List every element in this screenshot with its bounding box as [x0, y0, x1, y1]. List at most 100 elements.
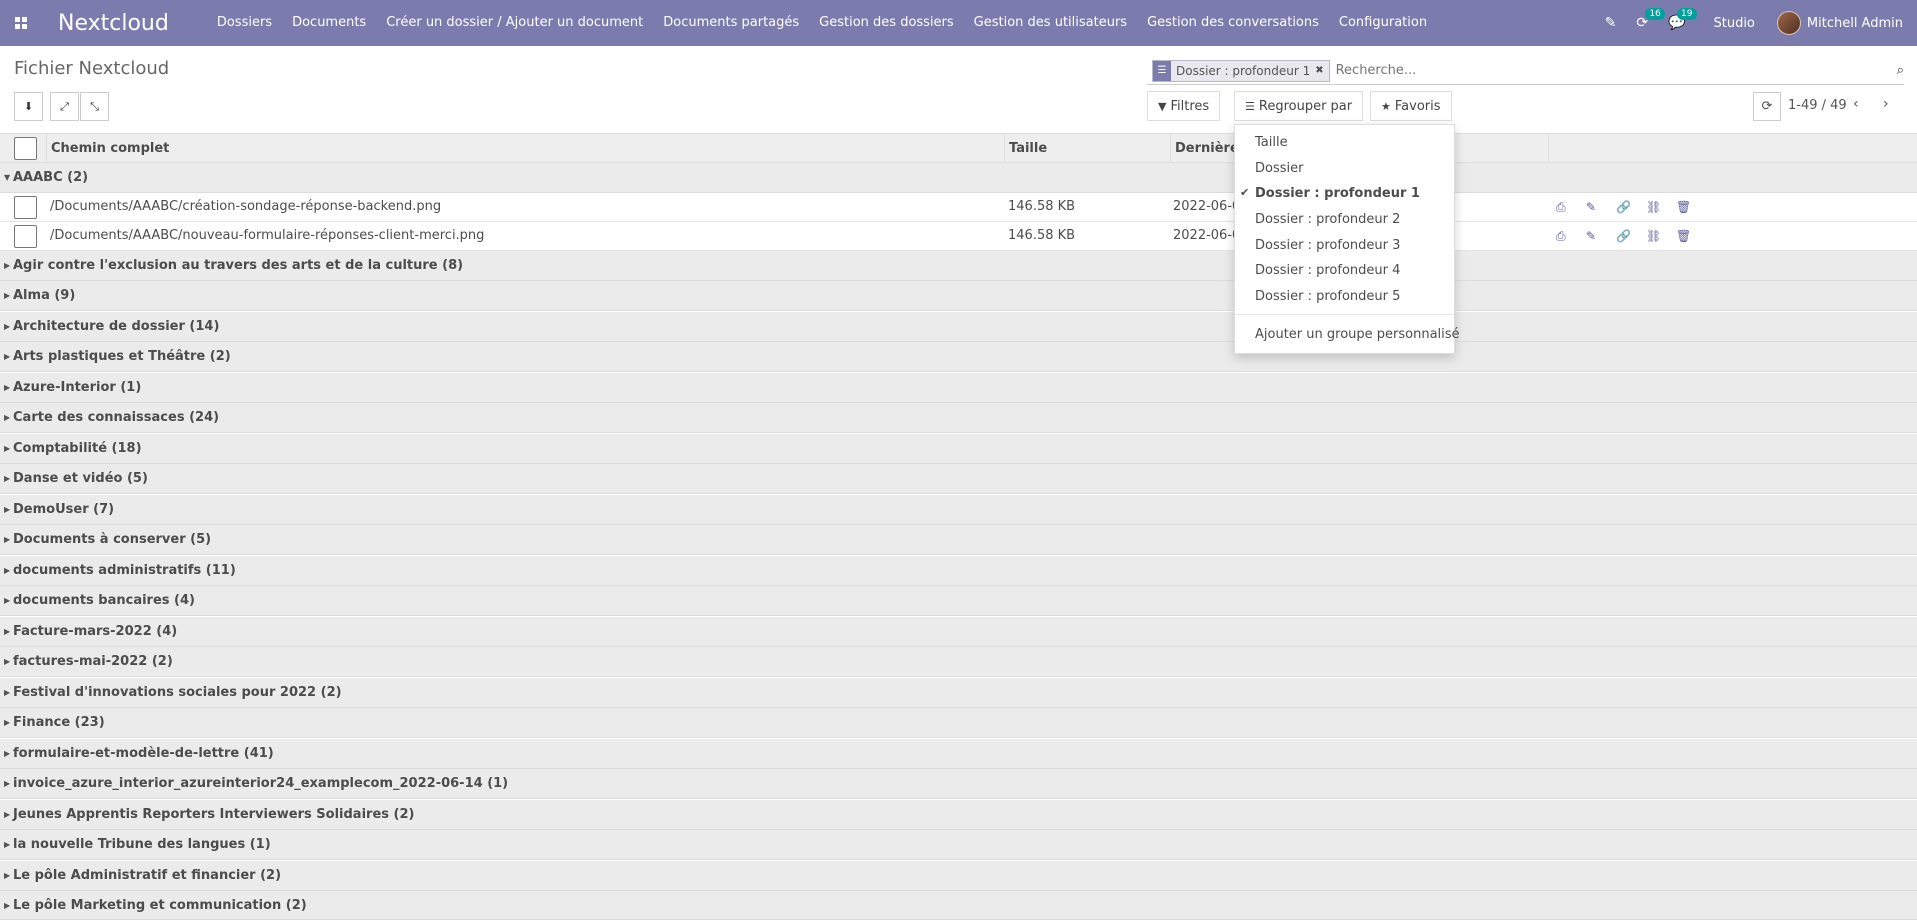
add-custom-group-option[interactable]: Ajouter un groupe personnalisé	[1255, 327, 1460, 342]
unlink-icon[interactable]: ⛓	[1646, 193, 1661, 221]
print-icon[interactable]: ⎙	[1556, 222, 1566, 250]
group-option-depth-4[interactable]: Dossier : profondeur 4	[1255, 263, 1400, 278]
group-label: AAABC (2)	[13, 170, 89, 185]
menu-item-shared[interactable]: Documents partagés	[653, 0, 809, 46]
group-option-depth-5[interactable]: Dossier : profondeur 5	[1255, 289, 1400, 304]
link-icon[interactable]: 🔗	[1616, 193, 1631, 221]
search-icon[interactable]: ⌕	[1897, 63, 1904, 78]
group-label: la nouvelle Tribune des langues (1)	[13, 837, 271, 852]
user-menu[interactable]: Mitchell Admin	[1807, 16, 1903, 31]
group-row[interactable]: ▶ Jeunes Apprentis Reporters Interviewers…	[0, 800, 1917, 830]
menu-item-dossiers[interactable]: Dossiers	[207, 0, 282, 46]
facet-remove-icon[interactable]: ✖	[1315, 65, 1328, 76]
caret-right-icon: ▶	[4, 474, 11, 483]
group-row[interactable]: ▶ DemoUser (7)	[0, 495, 1917, 525]
group-row[interactable]: ▶ Festival d'innovations sociales pour 20…	[0, 678, 1917, 708]
menu-item-conversation-management[interactable]: Gestion des conversations	[1137, 0, 1329, 46]
download-button[interactable]: ⬇	[14, 92, 43, 121]
edit-note-icon[interactable]: ✎	[1605, 15, 1617, 31]
group-option-depth-2[interactable]: Dossier : profondeur 2	[1255, 212, 1400, 227]
caret-right-icon: ▶	[4, 291, 11, 300]
caret-right-icon: ▶	[4, 871, 11, 880]
messages-icon[interactable]: 💬 19	[1668, 8, 1697, 31]
print-icon[interactable]: ⎙	[1556, 193, 1566, 221]
group-row-expanded[interactable]: ▼ AAABC (2)	[0, 163, 1917, 193]
group-label: documents administratifs (11)	[13, 563, 236, 578]
group-row[interactable]: ▶ Arts plastiques et Théâtre (2)	[0, 342, 1917, 372]
group-row[interactable]: ▶ documents administratifs (11)	[0, 556, 1917, 586]
menu-item-folder-management[interactable]: Gestion des dossiers	[809, 0, 964, 46]
row-checkbox[interactable]	[14, 225, 37, 248]
link-icon[interactable]: 🔗	[1616, 222, 1631, 250]
star-icon: ★	[1381, 99, 1391, 113]
group-row[interactable]: ▶ Architecture de dossier (14)	[0, 312, 1917, 342]
row-checkbox[interactable]	[14, 196, 37, 219]
caret-right-icon: ▶	[4, 505, 11, 514]
pager-previous-icon[interactable]: ‹	[1853, 96, 1859, 112]
menu-item-user-management[interactable]: Gestion des utilisateurs	[964, 0, 1137, 46]
group-row[interactable]: ▶ Agir contre l'exclusion au travers des …	[0, 251, 1917, 281]
expand-all-button[interactable]: ⤢	[50, 92, 79, 121]
menu-item-create[interactable]: Créer un dossier / Ajouter un document	[376, 0, 653, 46]
expand-icon: ⤢	[60, 99, 69, 113]
group-row[interactable]: ▶ Carte des connaissaces (24)	[0, 403, 1917, 433]
favorites-button[interactable]: ★ Favoris	[1370, 91, 1452, 121]
search-input[interactable]	[1335, 63, 1876, 78]
bars-icon: ☰	[1245, 99, 1255, 113]
pager-next-icon[interactable]: ›	[1883, 96, 1889, 112]
unlink-icon[interactable]: ⛓	[1646, 222, 1661, 250]
group-by-button[interactable]: ☰ Regrouper par	[1234, 91, 1364, 121]
group-row[interactable]: ▶ documents bancaires (4)	[0, 586, 1917, 616]
group-row[interactable]: ▶ invoice_azure_interior_azureinterior24_…	[0, 769, 1917, 799]
group-label: documents bancaires (4)	[13, 593, 195, 608]
column-header-size[interactable]: Taille	[1004, 134, 1170, 164]
group-row[interactable]: ▶ Danse et vidéo (5)	[0, 464, 1917, 494]
group-by-label: Regrouper par	[1258, 98, 1353, 114]
group-row[interactable]: ▶ Azure-Interior (1)	[0, 373, 1917, 403]
group-row[interactable]: ▶ formulaire-et-modèle-de-lettre (41)	[0, 739, 1917, 769]
group-row[interactable]: ▶ Facture-mars-2022 (4)	[0, 617, 1917, 647]
select-all-checkbox[interactable]	[14, 137, 37, 160]
filters-button[interactable]: ▼ Filtres	[1147, 91, 1221, 121]
group-option-size[interactable]: Taille	[1255, 135, 1288, 150]
search-facet: ☰ Dossier : profondeur 1 ✖	[1152, 59, 1330, 82]
app-brand[interactable]: Nextcloud	[58, 11, 169, 36]
menu-item-documents[interactable]: Documents	[282, 0, 376, 46]
table-row[interactable]: /Documents/AAABC/nouveau-formulaire-répo…	[0, 222, 1917, 251]
caret-right-icon: ▶	[4, 261, 11, 270]
cell-path: /Documents/AAABC/nouveau-formulaire-répo…	[50, 228, 485, 243]
column-header-actions	[1548, 134, 1917, 164]
group-row[interactable]: ▶ Finance (23)	[0, 708, 1917, 738]
group-row[interactable]: ▶ Documents à conserver (5)	[0, 525, 1917, 555]
pager-value[interactable]: 1-49 / 49	[1788, 98, 1847, 113]
user-avatar[interactable]	[1776, 11, 1801, 35]
group-row[interactable]: ▶ Comptabilité (18)	[0, 434, 1917, 464]
table-row[interactable]: /Documents/AAABC/création-sondage-répons…	[0, 193, 1917, 222]
group-label: Documents à conserver (5)	[13, 532, 212, 547]
edit-icon[interactable]: ✎	[1586, 193, 1596, 221]
apps-menu-icon[interactable]	[0, 0, 42, 46]
group-row[interactable]: ▶ Le pôle Marketing et communication (2)	[0, 891, 1917, 920]
studio-button[interactable]: Studio	[1713, 16, 1754, 31]
refresh-icon: ⟳	[1761, 99, 1773, 114]
edit-icon[interactable]: ✎	[1586, 222, 1596, 250]
group-row[interactable]: ▶ Alma (9)	[0, 281, 1917, 311]
menu-item-configuration[interactable]: Configuration	[1329, 0, 1437, 46]
collapse-all-button[interactable]: ⤡	[80, 92, 109, 121]
group-option-folder[interactable]: Dossier	[1255, 161, 1303, 176]
group-row[interactable]: ▶ la nouvelle Tribune des langues (1)	[0, 830, 1917, 860]
group-label: Jeunes Apprentis Reporters Interviewers …	[13, 807, 415, 822]
group-row[interactable]: ▶ Le pôle Administratif et financier (2)	[0, 861, 1917, 891]
dropdown-divider	[1235, 314, 1454, 315]
group-option-depth-3[interactable]: Dossier : profondeur 3	[1255, 238, 1400, 253]
reload-button[interactable]: ⟳	[1753, 92, 1781, 121]
column-header-path[interactable]: Chemin complet	[46, 134, 1006, 164]
activity-icon[interactable]: ⟳ 16	[1636, 8, 1665, 31]
table-header: Chemin complet Taille Dernière m	[0, 133, 1917, 164]
delete-icon[interactable]: 🗑	[1676, 193, 1691, 221]
group-option-depth-1[interactable]: ✔ Dossier : profondeur 1	[1240, 186, 1420, 201]
delete-icon[interactable]: 🗑	[1676, 222, 1691, 250]
caret-right-icon: ▶	[4, 627, 11, 636]
check-icon: ✔	[1240, 186, 1250, 199]
group-row[interactable]: ▶ factures-mai-2022 (2)	[0, 647, 1917, 677]
